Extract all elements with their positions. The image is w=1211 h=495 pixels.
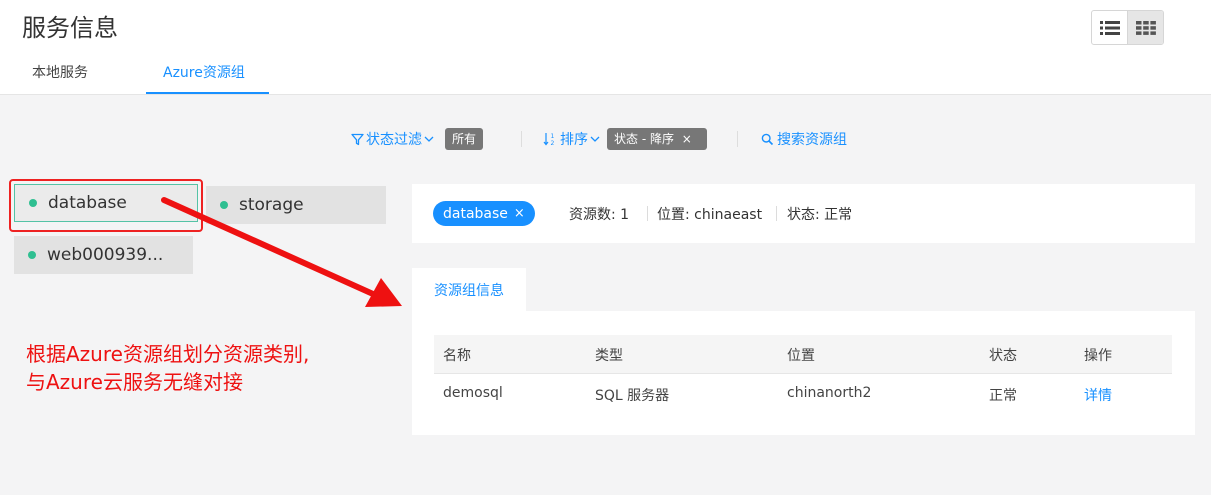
selected-group-chip-label: database bbox=[443, 205, 508, 222]
filter-divider bbox=[521, 131, 522, 147]
table-row: demosql SQL 服务器 chinanorth2 正常 详情 bbox=[434, 374, 1172, 414]
group-card-label: storage bbox=[239, 195, 304, 215]
active-tab-indicator bbox=[146, 92, 269, 94]
sort-icon: 1 2 bbox=[543, 133, 555, 146]
chevron-down-icon bbox=[424, 136, 434, 142]
details-link[interactable]: 详情 bbox=[1084, 385, 1112, 405]
column-header-name: 名称 bbox=[443, 348, 471, 364]
svg-text:2: 2 bbox=[551, 140, 555, 146]
status-filter-label: 状态过滤 bbox=[366, 132, 422, 148]
selected-group-chip[interactable]: database × bbox=[433, 201, 535, 226]
tab-resource-group-info[interactable]: 资源组信息 bbox=[412, 268, 526, 312]
status: 状态: 正常 bbox=[787, 207, 853, 223]
group-card-label: web000939... bbox=[47, 245, 164, 265]
cell-location: chinanorth2 bbox=[787, 385, 872, 401]
filter-bar: 状态过滤 所有 1 2 排序 状态 - 降序 × 搜索资源组 bbox=[0, 126, 1211, 152]
table-header: 名称 类型 位置 状态 操作 bbox=[434, 335, 1172, 374]
grid-icon bbox=[1135, 20, 1156, 35]
sort-value-tag[interactable]: 状态 - 降序 × bbox=[607, 128, 707, 150]
annotation-text: 根据Azure资源组划分资源类别, 与Azure云服务无缝对接 bbox=[26, 340, 309, 396]
group-card-storage[interactable]: storage bbox=[206, 186, 386, 224]
tab-azure-resource-groups[interactable]: Azure资源组 bbox=[163, 62, 245, 82]
annotation-line-1: 根据Azure资源组划分资源类别, bbox=[26, 342, 310, 366]
cell-name: demosql bbox=[443, 385, 503, 401]
search-icon bbox=[761, 133, 774, 145]
chip-close-icon[interactable]: × bbox=[514, 206, 525, 221]
location: 位置: chinaeast bbox=[657, 207, 763, 223]
list-icon bbox=[1099, 20, 1120, 35]
svg-text:1: 1 bbox=[551, 133, 555, 140]
header: 服务信息 本地服务 Azure资源组 bbox=[0, 0, 1211, 95]
filter-icon bbox=[351, 133, 364, 145]
tab-local-services[interactable]: 本地服务 bbox=[32, 62, 88, 82]
column-header-action: 操作 bbox=[1084, 348, 1112, 364]
status-dot bbox=[28, 251, 36, 259]
sort-dropdown[interactable]: 1 2 排序 bbox=[543, 126, 600, 152]
cell-status: 正常 bbox=[989, 388, 1017, 404]
chevron-down-icon bbox=[590, 136, 600, 142]
column-header-status: 状态 bbox=[989, 348, 1017, 364]
search-label: 搜索资源组 bbox=[777, 132, 847, 148]
sort-label: 排序 bbox=[560, 132, 588, 148]
resource-group-info-bar: database × 资源数: 1 位置: chinaeast 状态: 正常 bbox=[412, 184, 1195, 243]
annotation-highlight-box bbox=[9, 179, 203, 232]
page: 服务信息 本地服务 Azure资源组 状态过滤 所有 1 2 排序 状态 - 降… bbox=[0, 0, 1211, 495]
filter-divider bbox=[737, 131, 738, 147]
search-resource-group-button[interactable]: 搜索资源组 bbox=[761, 126, 847, 152]
page-title: 服务信息 bbox=[22, 14, 118, 42]
status-filter-dropdown[interactable]: 状态过滤 bbox=[351, 126, 434, 152]
cell-type: SQL 服务器 bbox=[595, 388, 670, 404]
view-toggle bbox=[1091, 10, 1164, 45]
column-header-location: 位置 bbox=[787, 348, 815, 364]
status-filter-value-tag[interactable]: 所有 bbox=[445, 128, 484, 150]
list-view-button[interactable] bbox=[1092, 11, 1127, 44]
group-card-web000939[interactable]: web000939... bbox=[14, 236, 193, 274]
info-divider bbox=[647, 206, 648, 221]
sort-clear-icon[interactable]: × bbox=[682, 132, 692, 146]
annotation-line-2: 与Azure云服务无缝对接 bbox=[26, 370, 243, 394]
resource-count: 资源数: 1 bbox=[569, 207, 630, 223]
status-dot bbox=[220, 201, 228, 209]
resource-table-panel: 名称 类型 位置 状态 操作 demosql SQL 服务器 chinanort… bbox=[412, 311, 1195, 435]
grid-view-button[interactable] bbox=[1127, 11, 1163, 44]
sort-value-label: 状态 - 降序 bbox=[614, 132, 674, 146]
info-divider bbox=[776, 206, 777, 221]
column-header-type: 类型 bbox=[595, 348, 623, 364]
